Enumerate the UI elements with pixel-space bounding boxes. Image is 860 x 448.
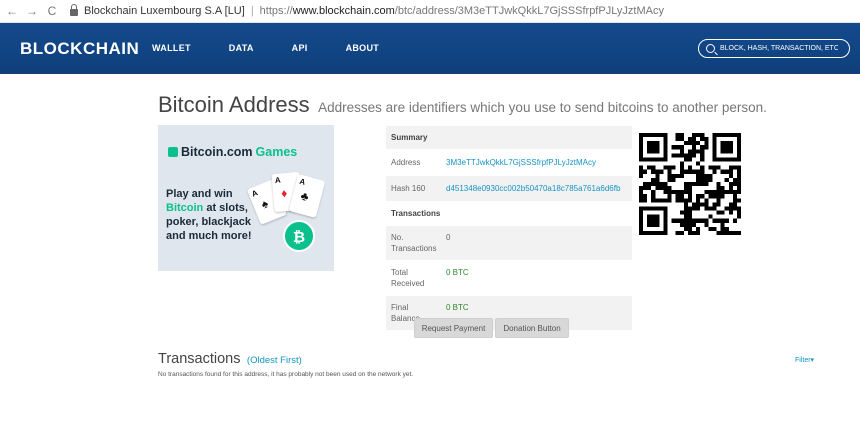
ad-brand: Bitcoin.com Games xyxy=(168,145,297,159)
transactions-header-row: Transactions xyxy=(386,201,632,225)
nav-data[interactable]: DATA xyxy=(229,43,254,53)
donation-button[interactable]: Donation Button xyxy=(495,318,569,338)
advertisement-banner[interactable]: Bitcoin.com Games Play and win Bitcoin at… xyxy=(158,125,334,271)
lock-icon[interactable] xyxy=(70,3,78,16)
address-label: Address xyxy=(391,158,421,167)
page-title-main: Bitcoin Address xyxy=(158,92,310,117)
table-row: No. Transactions 0 xyxy=(386,225,632,260)
main-nav: WALLET DATA API ABOUT xyxy=(152,43,417,53)
table-row: Total Received 0 BTC xyxy=(386,260,632,295)
back-arrow-icon[interactable]: ← xyxy=(4,4,20,18)
transactions-header: Transactions xyxy=(391,209,441,218)
hash160-value-link[interactable]: d451348e0930cc002b50470a18c785a761a6d6fb xyxy=(441,176,625,201)
page-subtitle: Addresses are identifiers which you use … xyxy=(318,100,767,115)
bitcoin-chip-icon: ₿ xyxy=(283,220,315,252)
address-bar[interactable]: https://www.blockchain.com/btc/address/3… xyxy=(260,5,664,17)
site-header: BLOCKCHAIN WALLET DATA API ABOUT xyxy=(0,23,860,74)
search-icon xyxy=(706,44,715,53)
filter-dropdown[interactable]: Filter▾ xyxy=(795,356,814,364)
summary-header: Summary xyxy=(391,133,428,142)
bitcoin-com-logo-icon xyxy=(168,147,178,157)
no-transactions-value: 0 xyxy=(446,233,451,242)
transactions-heading: Transactions (Oldest First) xyxy=(158,350,302,368)
ad-copy: Play and win Bitcoin at slots, poker, bl… xyxy=(166,188,252,242)
blockchain-logo[interactable]: BLOCKCHAIN xyxy=(20,39,139,59)
transactions-title: Transactions xyxy=(158,351,241,367)
nav-wallet[interactable]: WALLET xyxy=(152,43,191,53)
total-received-label: Total Received xyxy=(391,268,425,288)
address-value-link[interactable]: 3M3eTTJwkQkkL7GjSSSfrpfPJLyJztMAcy xyxy=(441,150,601,175)
request-payment-button[interactable]: Request Payment xyxy=(414,318,493,338)
no-transactions-label: No. Transactions xyxy=(391,233,437,253)
table-row: Address 3M3eTTJwkQkkL7GjSSSfrpfPJLyJztMA… xyxy=(386,149,632,175)
address-qr-code xyxy=(639,133,741,235)
forward-arrow-icon[interactable]: → xyxy=(24,4,40,18)
summary-header-row: Summary xyxy=(386,125,632,149)
url-separator: | xyxy=(250,5,254,17)
table-row: Hash 160 d451348e0930cc002b50470a18c785a… xyxy=(386,175,632,201)
site-identity[interactable]: Blockchain Luxembourg S.A [LU] xyxy=(84,5,245,17)
page-title: Bitcoin Address Addresses are identifier… xyxy=(158,92,767,118)
sort-order-link[interactable]: (Oldest First) xyxy=(247,355,302,366)
search-input[interactable] xyxy=(720,45,838,52)
hash160-label: Hash 160 xyxy=(391,184,426,193)
no-transactions-message: No transactions found for this address, … xyxy=(158,371,414,378)
browser-toolbar: ← → C Blockchain Luxembourg S.A [LU] | h… xyxy=(0,0,860,23)
total-received-value: 0 BTC xyxy=(446,268,469,277)
search-box[interactable] xyxy=(698,39,850,58)
address-summary-table: Summary Address 3M3eTTJwkQkkL7GjSSSfrpfP… xyxy=(386,125,632,330)
nav-api[interactable]: API xyxy=(292,43,308,53)
reload-icon[interactable]: C xyxy=(44,4,60,18)
nav-about[interactable]: ABOUT xyxy=(346,43,380,53)
